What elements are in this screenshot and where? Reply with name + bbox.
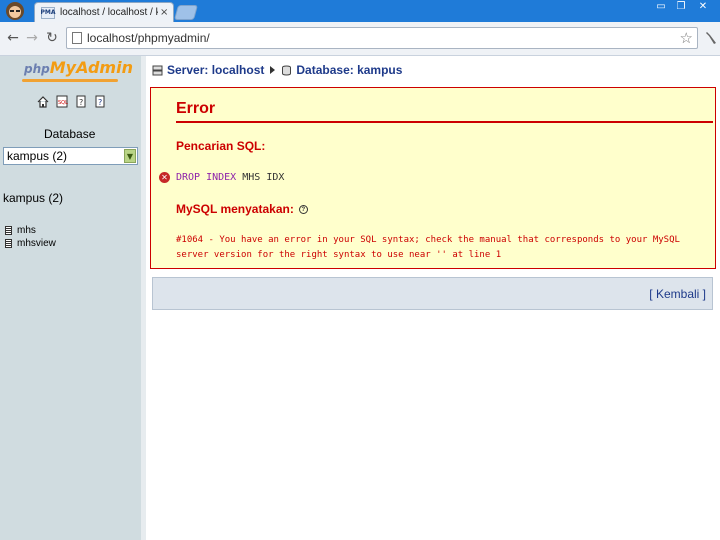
browser-titlebar: PMA localhost / localhost / kampus × ▭ ❐… [0, 0, 720, 22]
quick-links: SQL ? ? [37, 95, 106, 108]
minimize-button[interactable]: ▭ [652, 0, 670, 14]
svg-text:?: ? [79, 98, 83, 107]
breadcrumb-database[interactable]: Database: kampus [296, 63, 402, 77]
database-label: Database [44, 127, 96, 141]
documentation-icon[interactable]: ? [75, 95, 87, 108]
back-bar: [ Kembali ] [152, 277, 713, 310]
restore-button[interactable]: ❐ [672, 0, 690, 14]
database-select[interactable]: kampus (2) ▼ [3, 147, 138, 165]
tab-close-icon[interactable]: × [160, 7, 168, 18]
table-list: mhs mhsview [5, 224, 56, 250]
forward-arrow-icon[interactable]: → [24, 29, 40, 47]
panel-divider[interactable] [141, 56, 146, 540]
home-icon[interactable] [37, 95, 49, 108]
error-x-icon: ✕ [159, 172, 170, 183]
help-icon[interactable]: ? [298, 204, 308, 214]
error-box: Error Pencarian SQL: ✕ DROP INDEX MHS ID… [150, 87, 716, 269]
sql-keyword: DROP INDEX [176, 172, 237, 183]
sql-query-text: DROP INDEX MHS IDX [176, 172, 284, 183]
sql-query-label: Pencarian SQL: [176, 139, 266, 153]
svg-text:?: ? [98, 98, 102, 107]
table-name[interactable]: mhsview [17, 238, 56, 249]
database-name-link[interactable]: kampus (2) [3, 191, 63, 205]
breadcrumb: Server: localhost Database: kampus [152, 63, 402, 77]
back-arrow-icon[interactable]: ← [5, 29, 21, 47]
browser-tab[interactable]: PMA localhost / localhost / kampus × [34, 2, 174, 22]
breadcrumb-separator-icon [270, 66, 276, 74]
table-icon[interactable] [5, 239, 12, 248]
database-icon [282, 65, 292, 75]
logo-myadmin-text: MyAdmin [49, 58, 133, 77]
error-divider [176, 121, 713, 123]
table-item-mhs[interactable]: mhs [5, 224, 56, 237]
table-item-mhsview[interactable]: mhsview [5, 237, 56, 250]
error-message: #1064 - You have an error in your SQL sy… [176, 235, 680, 260]
page-icon [72, 32, 82, 44]
user-avatar-icon[interactable] [2, 0, 28, 22]
browser-toolbar: ← → ↻ localhost/phpmyadmin/ ☆ [0, 22, 720, 56]
phpmyadmin-logo[interactable]: phpMyAdmin [24, 58, 133, 77]
new-tab-button[interactable] [173, 5, 199, 20]
logo-swoosh [22, 79, 118, 82]
database-select-value: kampus (2) [7, 149, 68, 163]
mysql-says-text: MySQL menyatakan: [176, 202, 294, 216]
mysql-says-label: MySQL menyatakan: ? [176, 202, 308, 216]
bookmark-star-icon[interactable]: ☆ [680, 29, 693, 47]
breadcrumb-server[interactable]: Server: localhost [167, 63, 264, 77]
address-bar[interactable]: localhost/phpmyadmin/ ☆ [66, 27, 698, 49]
mysql-docs-icon[interactable]: ? [94, 95, 106, 108]
wrench-icon[interactable] [704, 30, 718, 46]
server-icon [152, 65, 163, 75]
table-icon[interactable] [5, 226, 12, 235]
table-name[interactable]: mhs [17, 225, 36, 236]
svg-text:SQL: SQL [58, 100, 68, 106]
reload-icon[interactable]: ↻ [44, 29, 60, 47]
sql-query-icon[interactable]: SQL [56, 95, 68, 108]
back-link[interactable]: [ Kembali ] [649, 287, 706, 301]
tab-title: localhost / localhost / kampus [60, 7, 158, 18]
logo-php-text: php [24, 62, 50, 76]
url-text[interactable]: localhost/phpmyadmin/ [87, 31, 210, 45]
error-title: Error [176, 100, 216, 117]
close-window-button[interactable]: ✕ [694, 0, 712, 14]
pma-favicon-icon: PMA [41, 6, 56, 19]
chevron-down-icon[interactable]: ▼ [124, 149, 136, 163]
sql-identifier: MHS IDX [242, 172, 285, 183]
